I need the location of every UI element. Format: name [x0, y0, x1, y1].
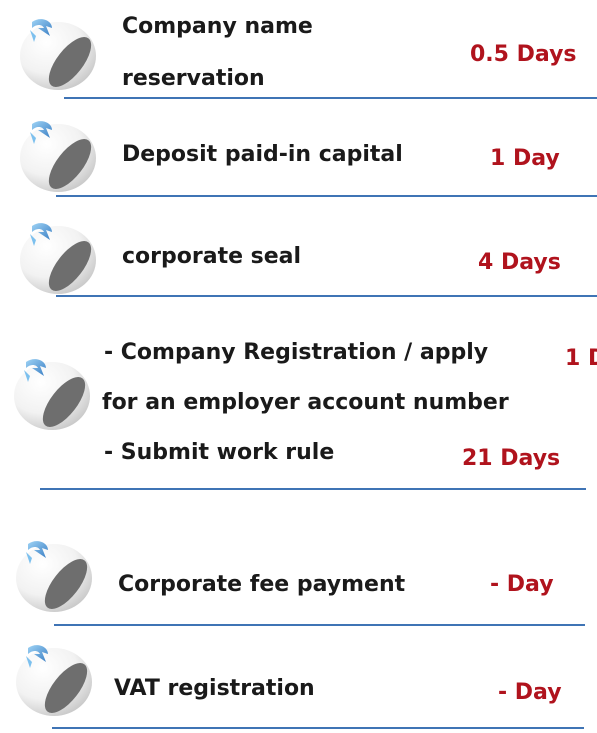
- step-bullet-icon: [10, 116, 96, 194]
- step-bullet-icon: [4, 354, 90, 432]
- divider: [64, 97, 597, 99]
- step-label: Company name: [122, 14, 313, 39]
- step-row: corporate seal 4 Days: [0, 208, 597, 304]
- step-bullet-icon: [6, 536, 92, 614]
- step-duration-top: 1 D: [565, 346, 597, 371]
- divider: [56, 195, 597, 197]
- step-label: VAT registration: [114, 676, 315, 701]
- step-row: VAT registration - Day: [0, 632, 597, 733]
- step-label: - Submit work rule: [104, 440, 335, 465]
- step-duration: 21 Days: [462, 446, 561, 471]
- step-row: Deposit paid-in capital 1 Day: [0, 108, 597, 204]
- step-row: Company name reservation 0.5 Days: [0, 0, 597, 104]
- step-duration: 4 Days: [478, 250, 561, 275]
- step-label: corporate seal: [122, 244, 302, 269]
- step-label: Corporate fee payment: [118, 572, 406, 597]
- step-duration: 0.5 Days: [470, 42, 577, 67]
- step-bullet-icon: [10, 14, 96, 92]
- divider: [54, 624, 585, 626]
- step-bullet-icon: [10, 218, 96, 296]
- step-row: - Company Registration / apply 1 D for a…: [0, 314, 597, 494]
- step-duration: - Day: [498, 680, 562, 705]
- step-label: - Company Registration / apply: [104, 340, 489, 365]
- step-label: reservation: [122, 66, 265, 91]
- divider: [52, 727, 584, 729]
- divider: [56, 295, 597, 297]
- step-label: for an employer account number: [102, 390, 509, 415]
- step-duration: - Day: [490, 572, 554, 597]
- step-row: Corporate fee payment - Day: [0, 526, 597, 630]
- step-label: Deposit paid-in capital: [122, 142, 403, 167]
- step-duration: 1 Day: [490, 146, 560, 171]
- step-bullet-icon: [6, 640, 92, 718]
- divider: [40, 488, 586, 490]
